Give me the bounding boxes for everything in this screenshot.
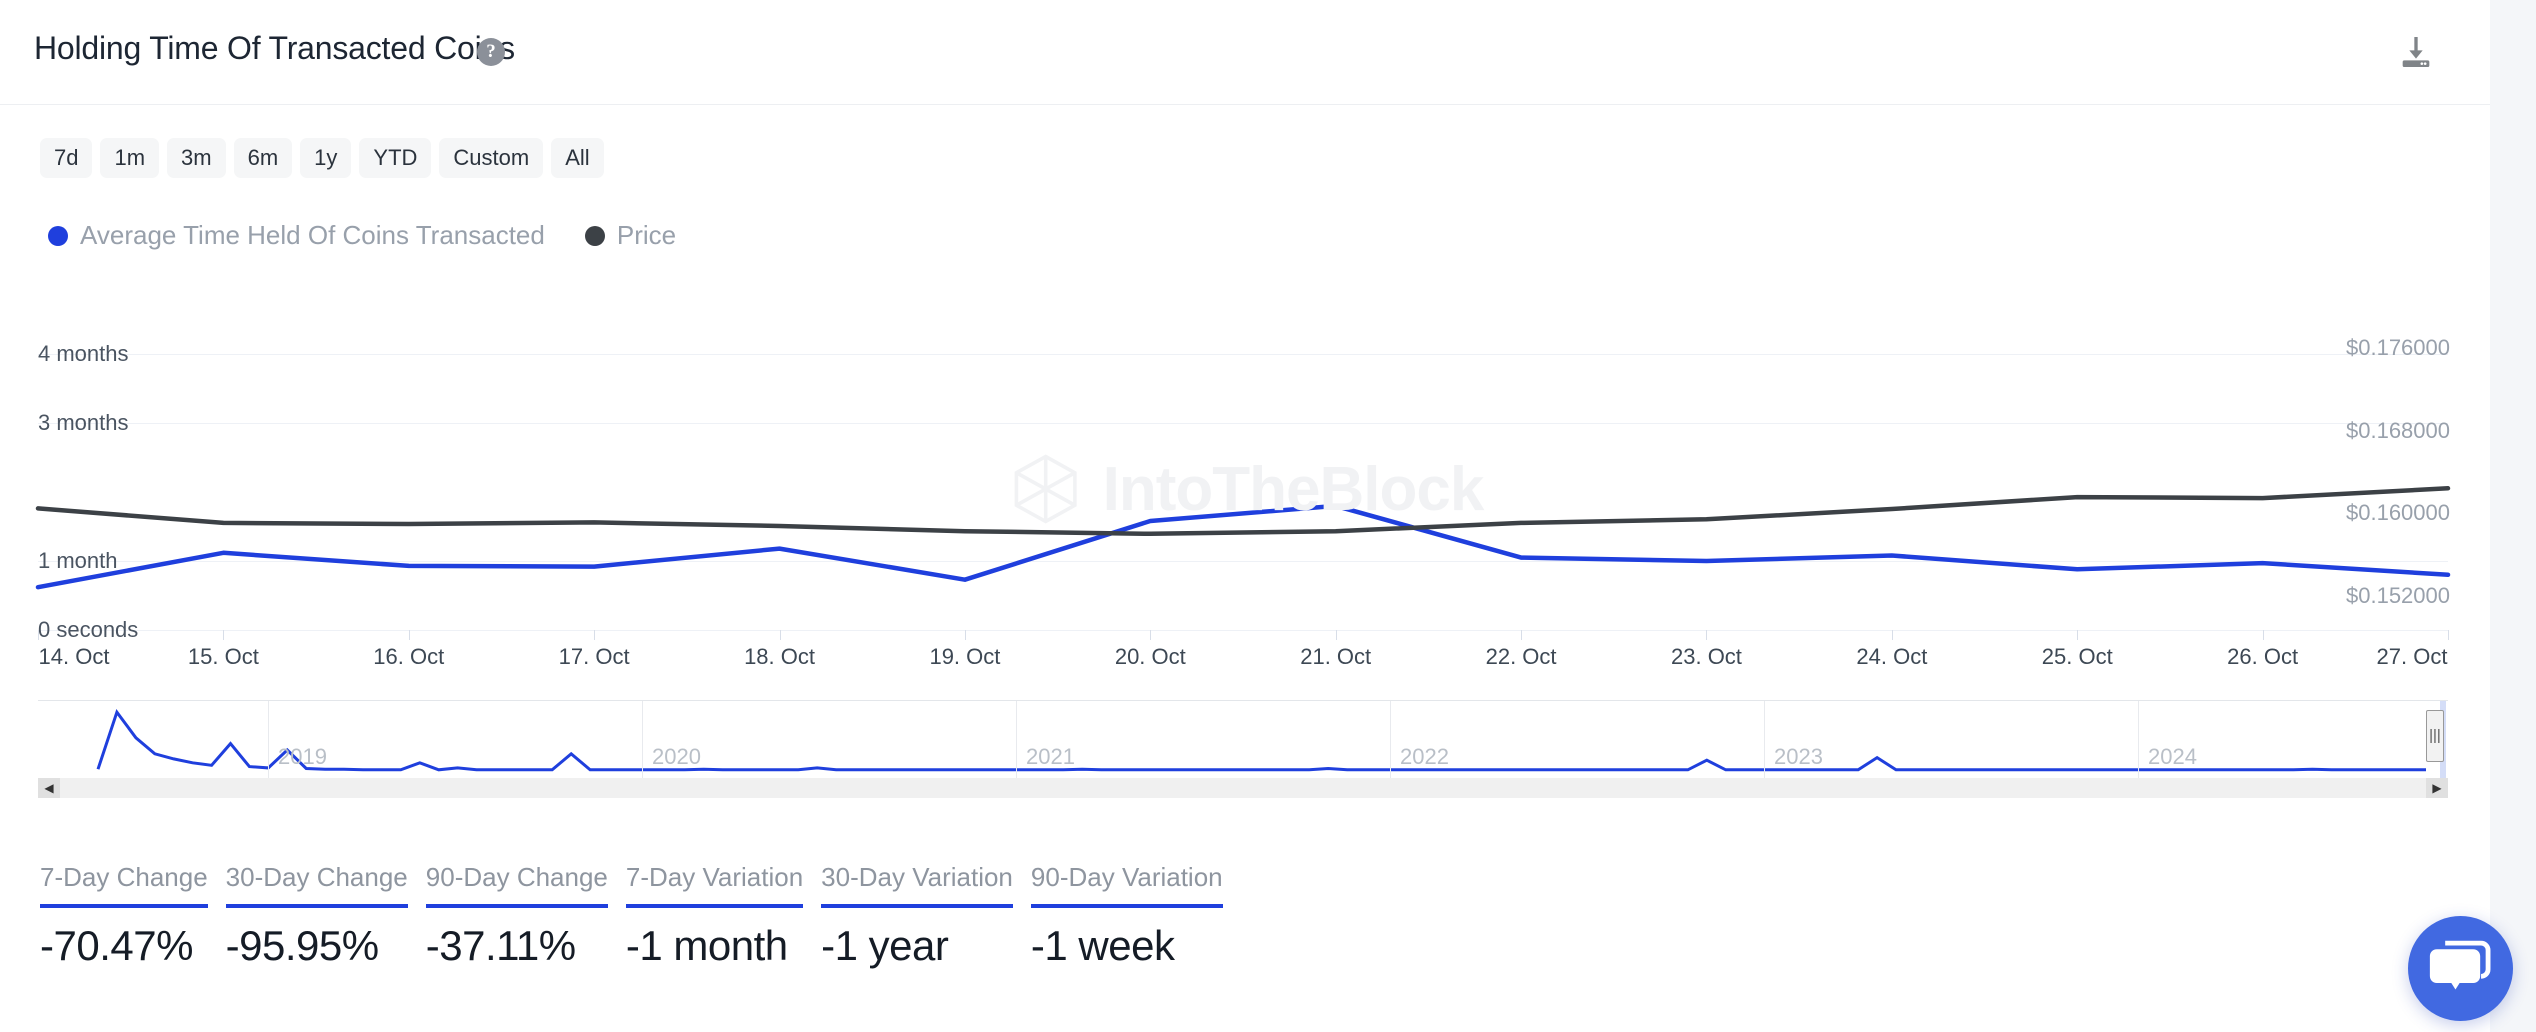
navigator-year-label: 2020 [652,744,701,769]
x-axis-tick [1891,630,1893,640]
chart-legend: Average Time Held Of Coins Transacted Pr… [48,220,676,251]
stat-value: -70.47% [40,922,193,969]
stat-value: -95.95% [225,922,379,969]
y-axis-left-label: 4 months [38,341,129,367]
chart-navigator[interactable]: 2019 2020 2021 2022 2023 2024 ◀ ▶ ||| [38,700,2448,798]
range-button-6m[interactable]: 6m [233,138,293,178]
stat-label: 90-Day Change [425,862,608,892]
navigator-year-label: 2024 [2148,744,2197,769]
range-button-custom[interactable]: Custom [439,138,544,178]
stat-7-day-variation: 7-Day Variation -1 month [625,862,804,970]
navigator-line [96,708,2426,772]
stat-30-day-variation: 30-Day Variation -1 year [821,862,1013,970]
stat-value: -1 week [1030,922,1175,969]
legend-dot-icon [584,225,605,246]
x-axis-tick [408,630,410,640]
stat-label: 30-Day Variation [821,862,1013,892]
stat-90-day-change: 90-Day Change -37.11% [425,862,608,970]
stat-value: -1 year [821,922,949,969]
x-axis-tick [223,630,225,640]
x-axis-tick [2448,630,2449,640]
x-axis-tick [779,630,781,640]
navigator-year-label: 2021 [1026,744,1075,769]
x-axis-tick [38,630,39,640]
x-axis-tick [2262,630,2264,640]
stat-30-day-change: 30-Day Change -95.95% [225,862,408,970]
x-axis-label: 24. Oct [1856,644,1928,669]
stat-90-day-variation: 90-Day Variation -1 week [1030,862,1223,970]
x-axis-tick [1706,630,1708,640]
chart-series-svg [35,486,2451,590]
help-icon[interactable]: ? [477,38,505,66]
x-axis-label: 18. Oct [744,644,815,669]
range-button-all[interactable]: All [551,138,604,178]
x-axis-label: 27. Oct [2376,644,2448,669]
download-icon[interactable] [2396,32,2436,72]
chat-widget-button[interactable] [2408,916,2513,1021]
page-title: Holding Time Of Transacted Coins [34,30,515,66]
stat-label: 7-Day Variation [625,862,804,892]
card-header: Holding Time Of Transacted Coins ? [0,0,2490,105]
x-axis-label: 14. Oct [38,644,110,669]
chart-x-axis: 14. Oct 15. Oct 16. Oct 17. Oct 18. Oct 19. O… [0,630,2490,670]
x-axis-label: 25. Oct [2041,644,2113,669]
stat-label: 90-Day Variation [1030,862,1223,892]
x-axis-tick [594,630,596,640]
x-axis-label: 26. Oct [2227,644,2299,669]
legend-item-avg-time-held[interactable]: Average Time Held Of Coins Transacted [48,220,545,251]
stats-row: 7-Day Change -70.47% 30-Day Change -95.9… [40,862,1241,970]
legend-item-price[interactable]: Price [584,220,677,251]
chart-line-price [35,486,2451,537]
x-axis-label: 22. Oct [1485,644,1557,669]
x-axis-label: 20. Oct [1114,644,1186,669]
x-axis-tick [964,630,966,640]
range-button-ytd[interactable]: YTD [359,138,432,178]
x-axis-label: 23. Oct [1670,644,1742,669]
legend-label: Average Time Held Of Coins Transacted [80,220,545,250]
page-background-right [2490,0,2536,1032]
stat-label: 7-Day Change [40,862,208,892]
range-button-7d[interactable]: 7d [40,138,93,178]
navigator-series-svg [96,708,2426,772]
navigator-year-label: 2019 [278,744,327,769]
legend-label: Price [616,220,677,250]
range-button-1y[interactable]: 1y [300,138,352,178]
chart-card: Holding Time Of Transacted Coins ? 7d 1m… [0,0,2490,1032]
x-axis-label: 19. Oct [929,644,1001,669]
x-axis-tick [1150,630,1152,640]
chart-plot-area[interactable] [35,330,2451,631]
x-axis-tick [1335,630,1337,640]
navigator-scrollbar[interactable] [38,778,2448,798]
x-axis-tick [2077,630,2079,640]
x-axis-label: 21. Oct [1300,644,1372,669]
main-chart[interactable]: 0 seconds 1 month 3 months 4 months $0.1520… [0,300,2490,690]
range-button-1m[interactable]: 1m [100,138,160,178]
x-axis-label: 17. Oct [558,644,630,669]
navigator-plot[interactable]: 2019 2020 2021 2022 2023 2024 [38,700,2448,779]
y-axis-right-label: $0.160000 [2346,500,2450,526]
legend-dot-icon [48,225,68,246]
stat-label: 30-Day Change [225,862,408,892]
navigator-year-label: 2023 [1774,744,1823,769]
chart-line-avg-time-held [35,503,2451,590]
stat-value: -37.11% [425,922,576,969]
navigator-scroll-right-button[interactable]: ▶ [2426,778,2448,798]
range-selector: 7d 1m 3m 6m 1y YTD Custom All [40,138,604,178]
y-axis-right-label: $0.168000 [2346,417,2450,443]
y-axis-right-label: $0.152000 [2346,583,2450,609]
x-axis-tick [1521,630,1523,640]
y-axis-left-label: 1 month [38,548,118,574]
y-axis-right-label: $0.176000 [2346,334,2450,360]
stat-7-day-change: 7-Day Change -70.47% [40,862,208,970]
navigator-scroll-left-button[interactable]: ◀ [38,778,60,798]
range-button-3m[interactable]: 3m [167,138,226,178]
navigator-year-label: 2022 [1400,744,1449,769]
x-axis-label: 16. Oct [373,644,445,669]
chat-bubbles-icon [2429,940,2491,990]
stat-value: -1 month [625,922,788,969]
y-axis-left-label: 3 months [38,410,129,436]
navigator-resize-handle[interactable]: ||| [2426,710,2444,762]
x-axis-label: 15. Oct [187,644,259,669]
